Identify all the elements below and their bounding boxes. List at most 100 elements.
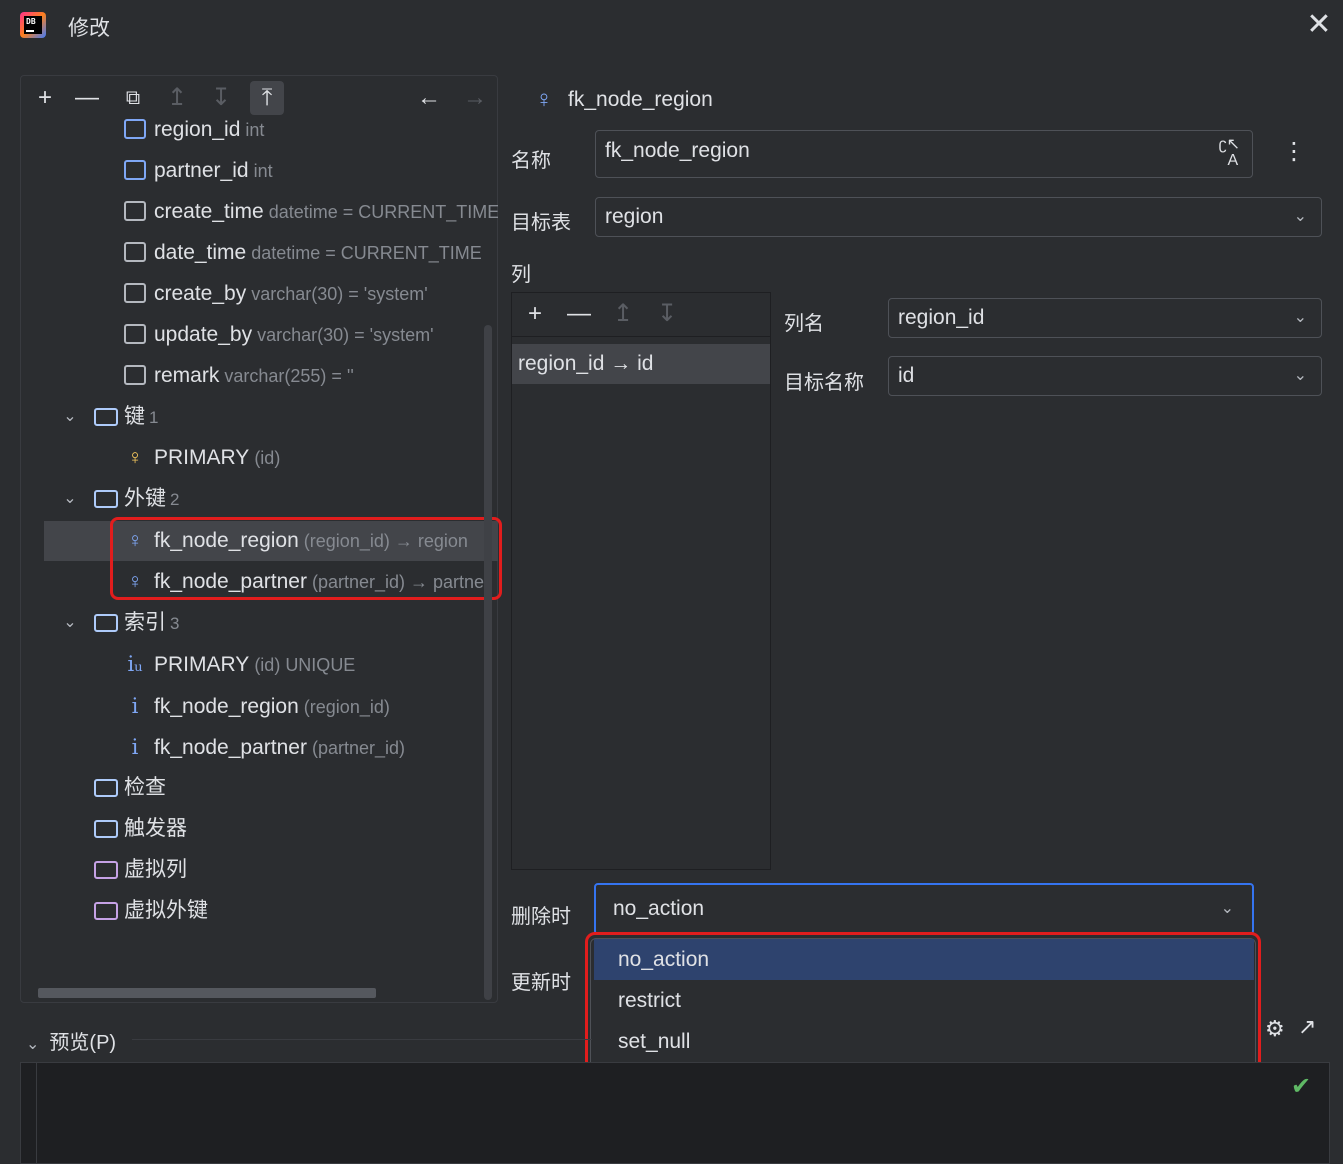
- remove-icon[interactable]: —: [70, 81, 104, 115]
- folder-icon: [94, 490, 118, 508]
- chevron-down-icon: ⌄: [26, 1036, 40, 1053]
- column-name: region_id: [154, 118, 241, 141]
- chevron-down-icon[interactable]: ⌄: [60, 397, 80, 437]
- column-name: create_by: [154, 282, 247, 305]
- tree-column-row[interactable]: create_time datetime = CURRENT_TIME: [124, 192, 498, 232]
- remove-icon[interactable]: —: [562, 297, 596, 331]
- open-external-icon[interactable]: ↗: [1298, 1014, 1316, 1040]
- app-logo-icon: DB: [20, 12, 46, 38]
- on-delete-label: 删除时: [511, 906, 571, 928]
- index-icon: i: [131, 735, 139, 759]
- annotation-highlight: [110, 517, 502, 600]
- title-bar: [0, 0, 1343, 52]
- column-name-select[interactable]: region_id ⌄: [888, 298, 1322, 338]
- fk-column-icon: [124, 160, 146, 180]
- unique-index-icon: iᵤ: [127, 652, 143, 676]
- target-name-value: id: [898, 364, 915, 387]
- dialog-title: 修改: [68, 17, 110, 40]
- folder-icon: [94, 614, 118, 632]
- gutter-divider: [36, 1062, 37, 1164]
- virtual-folder-icon: [94, 861, 118, 879]
- folder-label: 键: [124, 405, 145, 428]
- tree-folder-triggers[interactable]: 触发器: [94, 809, 187, 849]
- on-update-label: 更新时: [511, 972, 571, 994]
- on-delete-select[interactable]: no_action ⌄: [594, 883, 1254, 935]
- gear-icon[interactable]: ⚙: [1265, 1016, 1285, 1042]
- chevron-down-icon: ⌄: [1293, 208, 1307, 225]
- column-name-value: region_id: [898, 306, 985, 329]
- tree-folder-foreign-keys[interactable]: 外键 2: [94, 479, 179, 519]
- tree-column-row[interactable]: update_by varchar(30) = 'system': [124, 315, 434, 355]
- tree-vertical-scrollbar[interactable]: [484, 325, 492, 1000]
- column-detail: varchar(30) = 'system': [252, 325, 434, 345]
- tree-horizontal-scrollbar[interactable]: [38, 988, 376, 998]
- add-icon[interactable]: +: [518, 297, 552, 331]
- key-name: PRIMARY: [154, 446, 250, 469]
- folder-label: 外键: [124, 487, 166, 510]
- key-detail: (id): [249, 448, 281, 468]
- translate-icon[interactable]: ʗ↖ A: [1219, 137, 1240, 169]
- tree-index-row[interactable]: iᵤ PRIMARY (id) UNIQUE: [124, 644, 355, 684]
- check-icon: ✔: [1291, 1073, 1312, 1100]
- column-name: partner_id: [154, 159, 249, 182]
- move-down-icon[interactable]: ↧: [650, 297, 684, 331]
- folder-label: 检查: [124, 776, 166, 799]
- folder-label: 虚拟列: [124, 858, 187, 881]
- tree-column-row[interactable]: remark varchar(255) = '': [124, 356, 354, 396]
- forward-arrow-icon[interactable]: →: [458, 81, 492, 115]
- more-options-icon[interactable]: ⋮: [1282, 140, 1306, 164]
- index-name: fk_node_region: [154, 695, 299, 718]
- name-label: 名称: [511, 150, 551, 172]
- column-name: update_by: [154, 323, 253, 346]
- columns-label: 列: [511, 264, 531, 286]
- column-detail: datetime = CURRENT_TIME: [263, 202, 498, 222]
- name-input[interactable]: fk_node_region ʗ↖ A: [595, 130, 1253, 178]
- column-name-label: 列名: [784, 313, 824, 335]
- primary-key-icon: ♀: [127, 446, 143, 469]
- folder-label: 虚拟外键: [124, 899, 208, 922]
- preview-toggle[interactable]: ⌄ 预览(P): [26, 1026, 116, 1055]
- folder-icon: [94, 408, 118, 426]
- detail-header-title: fk_node_region: [568, 88, 713, 111]
- foreign-key-icon: ♀: [535, 86, 553, 113]
- tree-key-row[interactable]: ♀ PRIMARY (id): [124, 438, 280, 478]
- fk-column-icon: [124, 119, 146, 139]
- move-up-icon[interactable]: ↥: [606, 297, 640, 331]
- tree-folder-checks[interactable]: 检查: [94, 768, 166, 808]
- tree-folder-indexes[interactable]: 索引 3: [94, 603, 179, 643]
- sql-preview-area[interactable]: [20, 1062, 1330, 1164]
- index-detail: (partner_id): [306, 738, 405, 758]
- folder-icon: [94, 820, 118, 838]
- column-icon: [124, 283, 146, 303]
- column-detail: int: [248, 161, 273, 181]
- chevron-down-icon: ⌄: [1293, 367, 1307, 384]
- tree-column-row[interactable]: region_id int: [124, 110, 264, 150]
- column-mapping-row[interactable]: region_id → id: [512, 344, 770, 384]
- tree-folder-keys[interactable]: 键1: [94, 397, 158, 437]
- folder-label: 触发器: [124, 817, 187, 840]
- chevron-down-icon[interactable]: ⌄: [60, 603, 80, 643]
- tree-column-row[interactable]: create_by varchar(30) = 'system': [124, 274, 428, 314]
- folder-count: 2: [170, 490, 180, 509]
- tree-folder-virtual-columns[interactable]: 虚拟列: [94, 850, 187, 890]
- target-name-select[interactable]: id ⌄: [888, 356, 1322, 396]
- column-icon: [124, 201, 146, 221]
- tree-column-row[interactable]: partner_id int: [124, 151, 273, 191]
- tree-index-row[interactable]: i fk_node_region (region_id): [124, 686, 390, 726]
- tree-index-row[interactable]: i fk_node_partner (partner_id): [124, 727, 405, 767]
- add-icon[interactable]: +: [28, 81, 62, 115]
- tree-folder-virtual-fks[interactable]: 虚拟外键: [94, 891, 208, 931]
- back-arrow-icon[interactable]: ←: [412, 81, 446, 115]
- close-icon[interactable]: ✕: [1303, 10, 1335, 42]
- index-icon: i: [131, 694, 139, 718]
- column-icon: [124, 365, 146, 385]
- folder-count: 3: [170, 614, 180, 633]
- chevron-down-icon[interactable]: ⌄: [60, 479, 80, 519]
- target-table-value: region: [605, 205, 664, 228]
- divider: [132, 1039, 592, 1040]
- index-name: PRIMARY: [154, 653, 250, 676]
- target-name-label: 目标名称: [784, 372, 864, 394]
- target-table-select[interactable]: region ⌄: [595, 197, 1322, 237]
- chevron-down-icon: ⌄: [1220, 900, 1234, 917]
- tree-column-row[interactable]: date_time datetime = CURRENT_TIME: [124, 233, 498, 273]
